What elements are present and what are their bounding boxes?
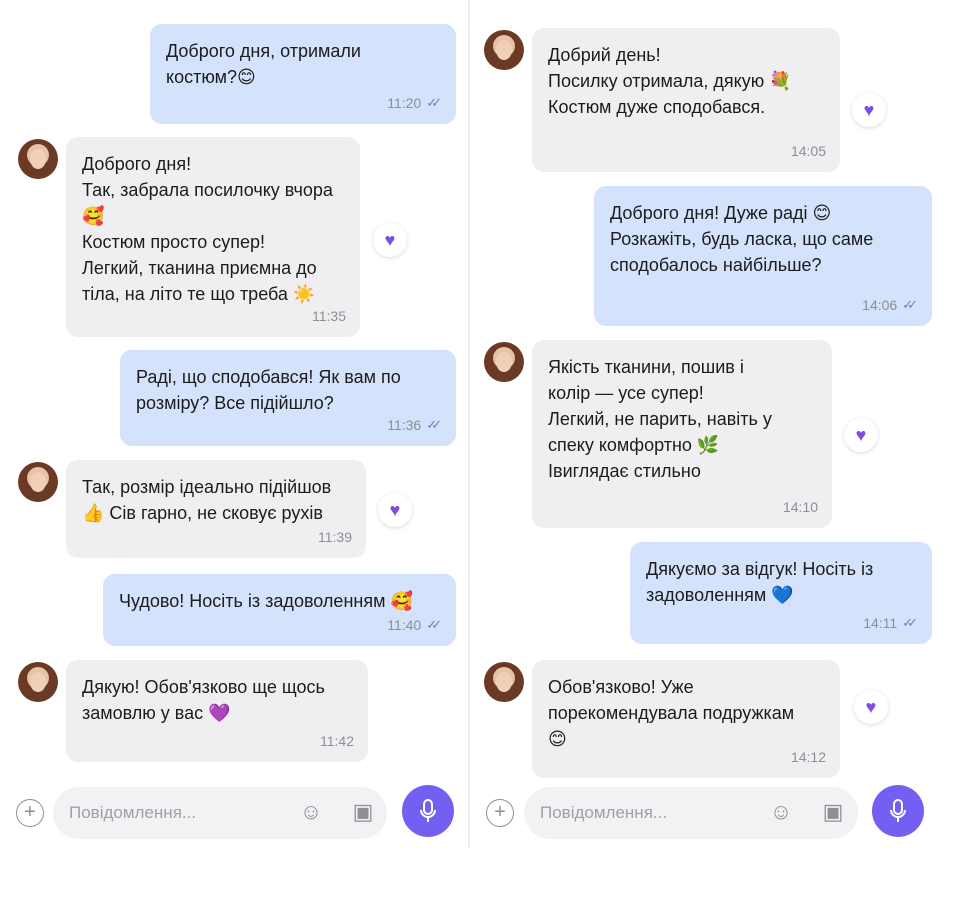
- plus-icon[interactable]: +: [16, 799, 44, 827]
- message-time: 14:10: [782, 499, 818, 515]
- message-incoming[interactable]: Так, розмір ідеально підійшов 👍 Сів гарн…: [66, 460, 366, 558]
- message-text: Чудово! Носіть із задоволенням 🥰: [119, 591, 413, 611]
- message-input[interactable]: Повідомлення...: [53, 787, 387, 839]
- message-meta: 11:40 ✓✓: [387, 612, 442, 638]
- message-incoming[interactable]: Якість тканини, пошив і колір — усе супе…: [532, 340, 832, 528]
- message-text: Раді, що сподобався! Як вам по розміру? …: [136, 367, 401, 413]
- message-text: Добрий день! Посилку отримала, дякую 💐 К…: [548, 45, 792, 117]
- message-time: 11:40: [387, 617, 422, 633]
- sticker-icon[interactable]: ▣: [350, 799, 376, 825]
- heart-reaction-icon[interactable]: ♥: [854, 690, 888, 724]
- chat-pane-left: Доброго дня, отримали костюм?😊 11:20 ✓✓ Д…: [0, 0, 468, 848]
- message-text: Дякуємо за відгук! Носіть із задоволення…: [646, 559, 874, 605]
- read-ticks-icon: ✓✓: [426, 417, 442, 432]
- message-outgoing[interactable]: Раді, що сподобався! Як вам по розміру? …: [120, 350, 456, 446]
- read-ticks-icon: ✓✓: [426, 95, 442, 110]
- message-time: 14:12: [790, 749, 826, 765]
- message-incoming[interactable]: Обов'язково! Уже порекомендувала подружк…: [532, 660, 840, 778]
- message-time: 11:20: [387, 95, 422, 111]
- microphone-button[interactable]: [402, 785, 454, 837]
- message-input[interactable]: Повідомлення...: [524, 787, 858, 839]
- heart-reaction-icon[interactable]: ♥: [378, 493, 412, 527]
- message-composer: + Повідомлення... ☺ ▣: [486, 785, 926, 841]
- message-text: Доброго дня! Дуже раді 😊 Розкажіть, будь…: [610, 203, 874, 275]
- contact-avatar[interactable]: [18, 462, 58, 502]
- microphone-icon: [890, 799, 906, 822]
- message-time: 11:39: [318, 529, 352, 545]
- message-outgoing[interactable]: Доброго дня! Дуже раді 😊 Розкажіть, будь…: [594, 186, 932, 326]
- message-text: Доброго дня, отримали костюм?😊: [166, 41, 361, 87]
- microphone-icon: [420, 799, 436, 822]
- read-ticks-icon: ✓✓: [902, 297, 918, 312]
- read-ticks-icon: ✓✓: [426, 617, 442, 632]
- heart-reaction-icon[interactable]: ♥: [852, 93, 886, 127]
- smiley-icon[interactable]: ☺: [768, 799, 794, 825]
- microphone-button[interactable]: [872, 785, 924, 837]
- heart-reaction-icon[interactable]: ♥: [373, 223, 407, 257]
- message-outgoing[interactable]: Чудово! Носіть із задоволенням 🥰 11:40 ✓✓: [103, 574, 456, 646]
- message-meta: 11:39: [318, 524, 352, 550]
- message-composer: + Повідомлення... ☺ ▣: [16, 785, 456, 841]
- message-text: Дякую! Обов'язково ще щось замовлю у вас…: [82, 677, 325, 723]
- contact-avatar[interactable]: [484, 30, 524, 70]
- message-incoming[interactable]: Доброго дня! Так, забрала посилочку вчор…: [66, 137, 360, 337]
- message-incoming[interactable]: Добрий день! Посилку отримала, дякую 💐 К…: [532, 28, 840, 172]
- message-meta: 14:05: [791, 138, 826, 164]
- contact-avatar[interactable]: [18, 662, 58, 702]
- sticker-icon[interactable]: ▣: [820, 799, 846, 825]
- message-time: 11:36: [387, 417, 422, 433]
- read-ticks-icon: ✓✓: [902, 615, 918, 630]
- message-meta: 14:06 ✓✓: [862, 292, 918, 318]
- plus-icon[interactable]: +: [486, 799, 514, 827]
- chat-pane-right: Добрий день! Посилку отримала, дякую 💐 К…: [470, 0, 940, 848]
- message-time: 14:06: [862, 297, 898, 313]
- message-time: 11:35: [312, 308, 346, 324]
- message-outgoing[interactable]: Доброго дня, отримали костюм?😊 11:20 ✓✓: [150, 24, 456, 124]
- message-incoming[interactable]: Дякую! Обов'язково ще щось замовлю у вас…: [66, 660, 368, 762]
- message-time: 14:11: [863, 615, 898, 631]
- message-meta: 14:10: [783, 494, 818, 520]
- heart-reaction-icon[interactable]: ♥: [844, 418, 878, 452]
- message-text: Якість тканини, пошив і колір — усе супе…: [548, 357, 772, 481]
- message-outgoing[interactable]: Дякуємо за відгук! Носіть із задоволення…: [630, 542, 932, 644]
- message-text: Обов'язково! Уже порекомендувала подружк…: [548, 677, 795, 749]
- message-meta: 11:36 ✓✓: [387, 412, 442, 438]
- message-meta: 14:11 ✓✓: [863, 610, 918, 636]
- message-meta: 11:20 ✓✓: [387, 90, 442, 116]
- message-text: Доброго дня! Так, забрала посилочку вчор…: [82, 154, 333, 304]
- contact-avatar[interactable]: [484, 342, 524, 382]
- message-meta: 11:35: [312, 303, 346, 329]
- contact-avatar[interactable]: [18, 139, 58, 179]
- message-time: 14:05: [790, 143, 826, 159]
- contact-avatar[interactable]: [484, 662, 524, 702]
- message-text: Так, розмір ідеально підійшов 👍 Сів гарн…: [82, 477, 332, 523]
- smiley-icon[interactable]: ☺: [298, 799, 324, 825]
- message-meta: 14:12: [791, 744, 826, 770]
- message-meta: 11:42: [320, 728, 354, 754]
- message-time: 11:42: [320, 733, 354, 749]
